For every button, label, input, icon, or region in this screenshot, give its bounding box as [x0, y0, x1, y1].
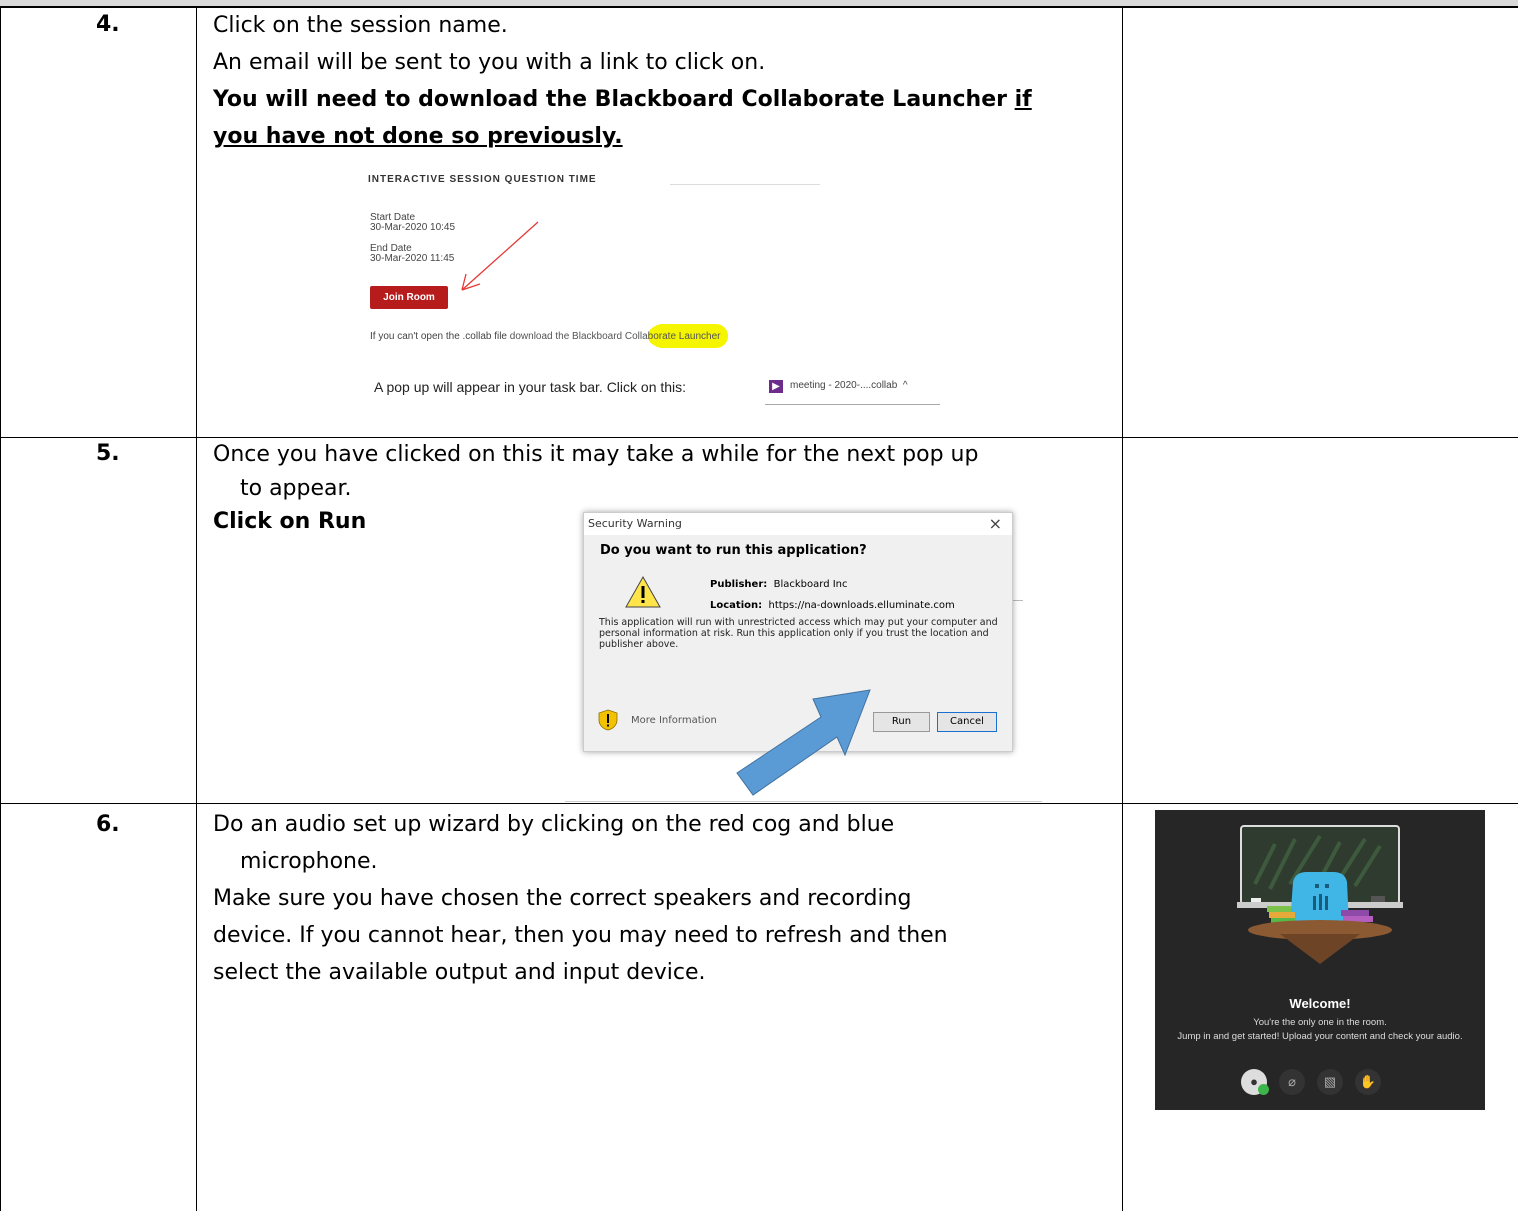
table-border-col2 [1122, 8, 1123, 1211]
more-information-link[interactable]: More Information [631, 715, 717, 726]
status-check-icon [1258, 1084, 1269, 1095]
red-arrow-icon [461, 221, 539, 291]
publisher-row: Publisher: Blackboard Inc [710, 579, 848, 590]
screenshot-base-line [565, 801, 1042, 802]
shield-warning-icon [598, 709, 618, 731]
cancel-button[interactable]: Cancel [937, 712, 997, 732]
step-number-6: 6. [96, 812, 120, 837]
welcome-subtitle-1: You're the only one in the room. [1253, 1017, 1387, 1028]
welcome-subtitle-2: Jump in and get started! Upload your con… [1177, 1031, 1463, 1042]
row-divider-5-6 [0, 803, 1518, 804]
download-launcher-link[interactable]: download the Blackboard Collaborate Laun… [510, 331, 721, 342]
step5-line1: Once you have clicked on this it may tak… [213, 442, 979, 467]
taskbar-item-label: meeting - 2020-....collab ^ [790, 380, 908, 391]
collab-file-icon: ▶ [769, 380, 783, 393]
step4-line1: Click on the session name. [213, 13, 508, 38]
step-number-5: 5. [96, 441, 120, 466]
step4-bold-if: if [1014, 87, 1032, 112]
raise-hand-icon[interactable]: ✋ [1355, 1069, 1381, 1095]
welcome-title: Welcome! [1289, 996, 1351, 1011]
taskbar-filename: meeting - 2020-....collab [790, 380, 898, 391]
dialog-warning-text: This application will run with unrestric… [599, 617, 998, 650]
collaborate-welcome-screenshot: Welcome! You're the only one in the room… [1155, 810, 1485, 1110]
blue-arrow-icon [736, 689, 871, 796]
step4-line2: An email will be sent to you with a link… [213, 50, 766, 75]
email-title: INTERACTIVE SESSION QUESTION TIME [368, 174, 597, 185]
step5-click-run: Click on Run [213, 509, 367, 534]
end-date-value: 30-Mar-2020 11:45 [370, 253, 455, 264]
close-icon[interactable]: × [989, 514, 1002, 533]
classroom-illustration [1237, 825, 1403, 964]
table-border-left [0, 8, 1, 1211]
dialog-title: Security Warning [588, 517, 682, 530]
join-room-button[interactable]: Join Room [370, 286, 448, 309]
camera-off-icon[interactable]: ▧ [1317, 1069, 1343, 1095]
email-screenshot: INTERACTIVE SESSION QUESTION TIME Start … [350, 168, 940, 408]
step5-line2: to appear. [240, 476, 352, 501]
start-date-value: 30-Mar-2020 10:45 [370, 222, 456, 233]
table-header-bar [0, 0, 1518, 8]
step6-line2: microphone. [240, 849, 378, 874]
avatar[interactable]: ● [1241, 1069, 1269, 1095]
step-number-4: 4. [96, 12, 120, 37]
step6-line4: device. If you cannot hear, then you may… [213, 923, 948, 948]
step4-bold-line2: you have not done so previously. [213, 124, 623, 149]
location-label: Location: [710, 600, 763, 611]
taskbar-download-item[interactable]: ▶ meeting - 2020-....collab ^ [765, 370, 940, 405]
step4-bold-line1: You will need to download the Blackboard… [213, 83, 1032, 116]
cant-open-text: If you can't open the .collab file downl… [370, 331, 720, 342]
step6-line3: Make sure you have chosen the correct sp… [213, 886, 912, 911]
dialog-question: Do you want to run this application? [600, 543, 867, 558]
email-title-rule [670, 184, 820, 185]
step6-line1: Do an audio set up wizard by clicking on… [213, 812, 895, 837]
dialog-titlebar: Security Warning × [584, 513, 1012, 535]
publisher-label: Publisher: [710, 579, 768, 590]
table-border-col1 [196, 8, 197, 1211]
chevron-up-icon[interactable]: ^ [903, 380, 908, 391]
step4-bold-text: You will need to download the Blackboard… [213, 87, 1015, 112]
location-row: Location: https://na-downloads.elluminat… [710, 600, 955, 611]
popup-instruction: A pop up will appear in your task bar. C… [374, 379, 687, 395]
warning-triangle-icon [625, 575, 661, 608]
cant-open-label: If you can't open the .collab file [370, 331, 510, 342]
step6-line5: select the available output and input de… [213, 960, 706, 985]
publisher-value: Blackboard Inc [773, 579, 848, 590]
microphone-off-icon[interactable]: ⌀ [1279, 1069, 1305, 1095]
location-value: https://na-downloads.elluminate.com [768, 600, 955, 611]
